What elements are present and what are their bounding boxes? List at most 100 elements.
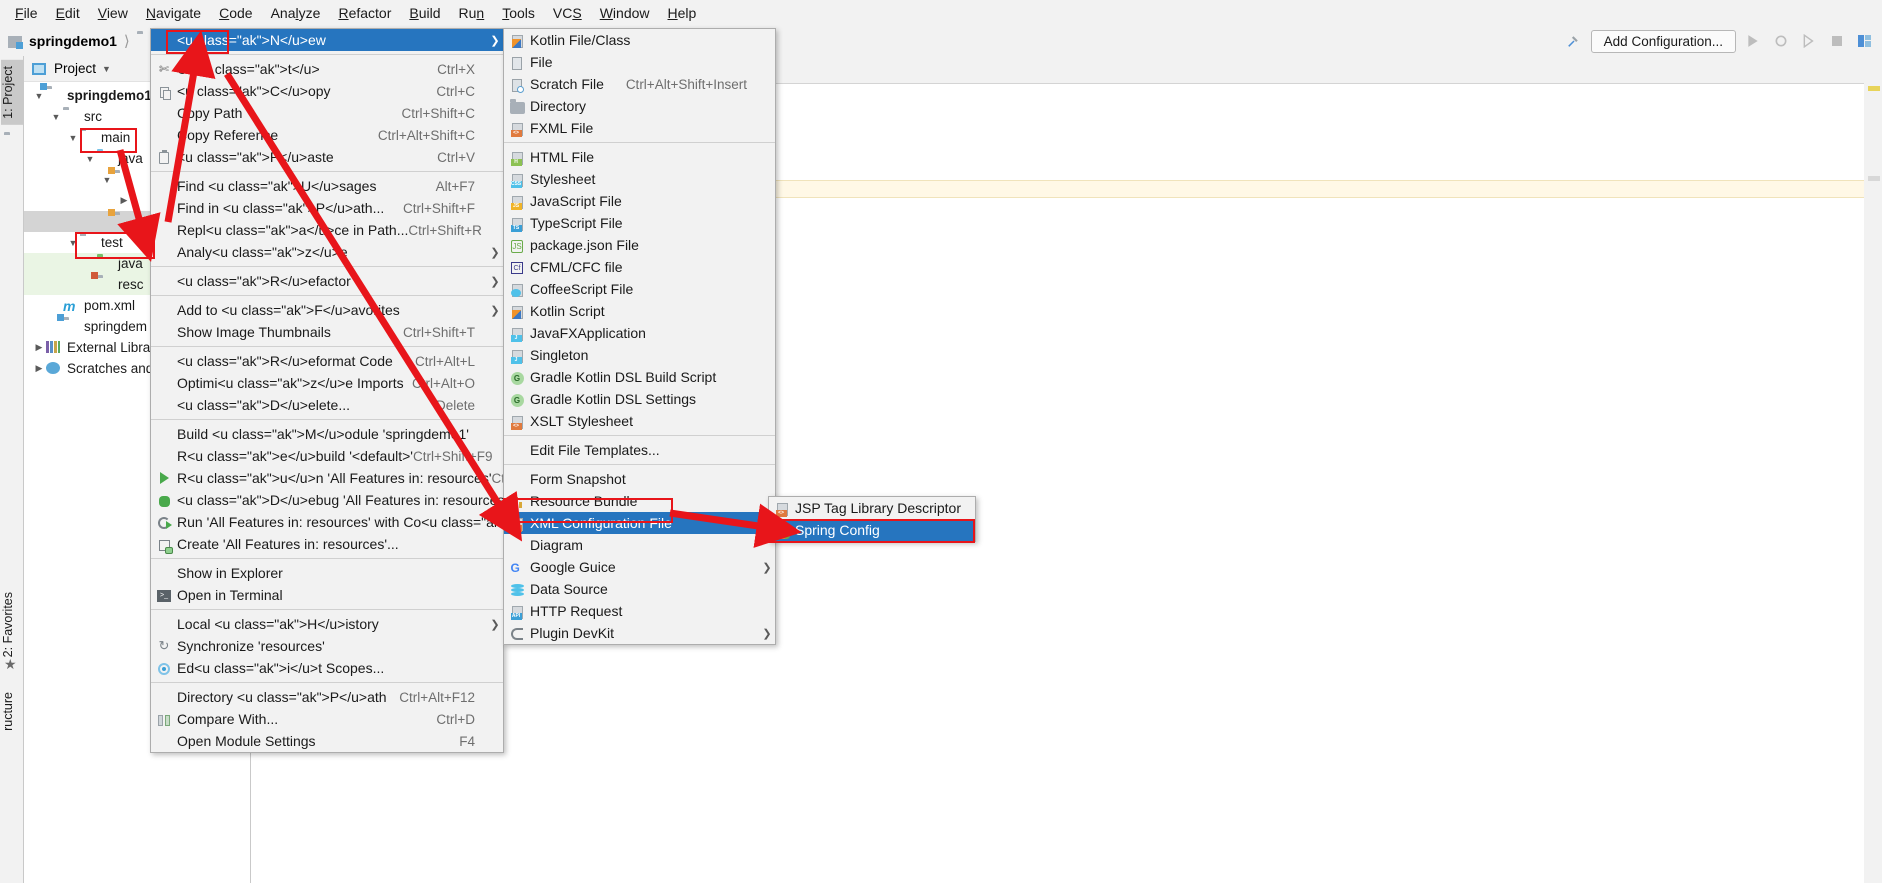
run-with-coverage-icon[interactable] [1798, 30, 1820, 52]
menu-item-file[interactable]: File [504, 51, 775, 73]
menu-item-find-in-path[interactable]: Find in <u class="ak">P</u>ath... Ctrl+Sh… [151, 197, 503, 219]
menu-item-show-image-thumbnails[interactable]: Show Image Thumbnails Ctrl+Shift+T [151, 321, 503, 343]
xml-configuration-submenu[interactable]: <> JSP Tag Library Descriptor <> Spring Con… [768, 496, 976, 542]
menu-item-edit-scopes[interactable]: Ed<u class="ak">i</u>t Scopes... [151, 657, 503, 679]
menu-item-edit-file-templates[interactable]: Edit File Templates... [504, 439, 775, 461]
menu-item-form-snapshot[interactable]: Form Snapshot [504, 468, 775, 490]
tree-expand-arrow-icon[interactable]: ▼ [83, 154, 97, 164]
menu-item-show-in-explorer[interactable]: Show in Explorer [151, 562, 503, 584]
tree-expand-arrow-icon[interactable]: ▼ [66, 133, 80, 143]
menu-item-kotlin-file-class[interactable]: Kotlin File/Class [504, 29, 775, 51]
menu-item-coffeescript-file[interactable]: CoffeeScript File [504, 278, 775, 300]
menu-item-create-all-features-in-resources[interactable]: Create 'All Features in: resources'... [151, 533, 503, 555]
menu-item-package-json-file[interactable]: JS package.json File [504, 234, 775, 256]
menu-item-singleton[interactable]: J Singleton [504, 344, 775, 366]
rail-tab-project[interactable]: 1: Project [1, 60, 23, 125]
menu-item-jsp-tag-library-descriptor[interactable]: <> JSP Tag Library Descriptor [769, 497, 975, 519]
run-icon[interactable] [1742, 30, 1764, 52]
menu-item-debug-all-features-in-resources[interactable]: <u class="ak">D</u>ebug 'All Features in… [151, 489, 507, 511]
menubar-item-window[interactable]: Window [591, 2, 659, 24]
menu-item-local-history[interactable]: Local <u class="ak">H</u>istory ❯ [151, 613, 503, 635]
rail-tab-structure[interactable]: ructure [1, 686, 23, 737]
tree-expand-arrow-icon[interactable]: ▶ [117, 195, 131, 206]
menubar-item-code[interactable]: Code [210, 2, 261, 24]
menubar-item-view[interactable]: View [89, 2, 137, 24]
menu-item-diagram[interactable]: Diagram [504, 534, 775, 556]
menu-item-resource-bundle[interactable]: Resource Bundle [504, 490, 775, 512]
menu-item-new[interactable]: <u class="ak">N</u>ew ❯ [151, 29, 503, 51]
menubar-item-navigate[interactable]: Navigate [137, 2, 210, 24]
menu-item-spring-config[interactable]: <> Spring Config [769, 519, 975, 541]
menu-item-compare-with[interactable]: Compare With... Ctrl+D [151, 708, 503, 730]
menu-item-plugin-devkit[interactable]: Plugin DevKit ❯ [504, 622, 775, 644]
menu-item-refactor[interactable]: <u class="ak">R</u>efactor ❯ [151, 270, 503, 292]
tree-expand-arrow-icon[interactable]: ▼ [66, 238, 80, 248]
menu-item-xml-configuration-file[interactable]: <> XML Configuration File ❯ [504, 512, 775, 534]
chevron-down-icon[interactable]: ▼ [102, 64, 111, 74]
menu-item-javascript-file[interactable]: JS JavaScript File [504, 190, 775, 212]
tree-expand-arrow-icon[interactable]: ▼ [49, 112, 63, 122]
menu-item-delete[interactable]: <u class="ak">D</u>elete... Delete [151, 394, 503, 416]
breadcrumb-project[interactable]: springdemo1 [29, 33, 117, 49]
menu-item-synchronize-resources[interactable]: ↻ Synchronize 'resources' [151, 635, 503, 657]
terminal-icon: >_ [151, 589, 177, 602]
project-context-menu[interactable]: <u class="ak">N</u>ew ❯ ✄ Cu<u class="ak">t… [150, 28, 585, 753]
tree-expand-arrow-icon[interactable]: ▼ [100, 175, 114, 185]
menu-item-cut[interactable]: ✄ Cu<u class="ak">t</u> Ctrl+X [151, 58, 503, 80]
menu-item-kotlin-script[interactable]: Kotlin Script [504, 300, 775, 322]
menu-item-gradle-kotlin-dsl-settings[interactable]: G Gradle Kotlin DSL Settings [504, 388, 775, 410]
submenu-chevron-icon: ❯ [490, 275, 500, 288]
menu-item-paste[interactable]: <u class="ak">P</u>aste Ctrl+V [151, 146, 503, 168]
menu-item-add-to-favorites[interactable]: Add to <u class="ak">F</u>avorites ❯ [151, 299, 503, 321]
menu-item-directory[interactable]: Directory [504, 95, 775, 117]
menu-item-cfml-cfc-file[interactable]: Cf CFML/CFC file [504, 256, 775, 278]
menubar-item-file[interactable]: File [6, 2, 47, 24]
menubar-item-build[interactable]: Build [400, 2, 449, 24]
menu-item-http-request[interactable]: API HTTP Request [504, 600, 775, 622]
menu-item-html-file[interactable]: H HTML File [504, 146, 775, 168]
menu-item-gradle-kotlin-dsl-build-script[interactable]: G Gradle Kotlin DSL Build Script [504, 366, 775, 388]
menu-item-find-usages[interactable]: Find <u class="ak">U</u>sages Alt+F7 [151, 175, 503, 197]
add-configuration-button[interactable]: Add Configuration... [1590, 29, 1736, 53]
menubar-item-run[interactable]: Run [450, 2, 494, 24]
menu-item-javafxapplication[interactable]: J JavaFXApplication [504, 322, 775, 344]
menu-item-fxml-file[interactable]: <> FXML File [504, 117, 775, 139]
menubar-item-vcs[interactable]: VCS [544, 2, 591, 24]
project-view-icon [32, 61, 48, 77]
menubar-item-help[interactable]: Help [659, 2, 706, 24]
menu-item-directory-path[interactable]: Directory <u class="ak">P</u>ath Ctrl+Alt… [151, 686, 503, 708]
menu-item-stylesheet[interactable]: CSS Stylesheet [504, 168, 775, 190]
menu-item-data-source[interactable]: Data Source [504, 578, 775, 600]
menubar-item-analyze[interactable]: Analyze [262, 2, 330, 24]
new-submenu[interactable]: Kotlin File/Class File Scratch File Ctrl+Al… [503, 28, 776, 645]
editor-error-stripe[interactable] [1864, 56, 1882, 883]
menu-item-google-guice[interactable]: G Google Guice ❯ [504, 556, 775, 578]
menu-item-reformat-code[interactable]: <u class="ak">R</u>eformat Code Ctrl+Alt+… [151, 350, 503, 372]
tree-expand-arrow-icon[interactable]: ▶ [32, 363, 46, 374]
menu-item-open-in-terminal[interactable]: >_ Open in Terminal [151, 584, 503, 606]
menu-item-optimize-imports[interactable]: Optimi<u class="ak">z</u>e Imports Ctrl+A… [151, 372, 503, 394]
menu-item-copy-reference[interactable]: Copy Reference Ctrl+Alt+Shift+C [151, 124, 503, 146]
tree-expand-arrow-icon[interactable]: ▶ [32, 342, 46, 353]
menu-item-scratch-file[interactable]: Scratch File Ctrl+Alt+Shift+Insert [504, 73, 775, 95]
stop-icon[interactable] [1826, 30, 1848, 52]
debug-icon[interactable] [1770, 30, 1792, 52]
menubar-item-tools[interactable]: Tools [493, 2, 544, 24]
menu-item-rebuild-default[interactable]: R<u class="ak">e</u>build '<default>' Ctr… [151, 445, 503, 467]
build-hammer-icon[interactable] [1563, 30, 1585, 52]
menu-item-build-module-springdemo1[interactable]: Build <u class="ak">M</u>odule 'springde… [151, 423, 503, 445]
menu-item-typescript-file[interactable]: TS TypeScript File [504, 212, 775, 234]
rail-tab-favorites[interactable]: 2: Favorites [1, 586, 23, 663]
menu-item-analyze[interactable]: Analy<u class="ak">z</u>e ❯ [151, 241, 503, 263]
menu-item-copy-path[interactable]: Copy Path Ctrl+Shift+C [151, 102, 503, 124]
menu-item-open-module-settings[interactable]: Open Module Settings F4 [151, 730, 503, 752]
menu-item-copy[interactable]: <u class="ak">C</u>opy Ctrl+C [151, 80, 503, 102]
menubar-item-edit[interactable]: Edit [47, 2, 89, 24]
layout-icon[interactable] [1854, 30, 1876, 52]
menu-item-run-all-features-in-resources[interactable]: R<u class="ak">u</u>n 'All Features in: … [151, 467, 579, 489]
menu-item-replace-in-path[interactable]: Repl<u class="ak">a</u>ce in Path... Ctrl… [151, 219, 503, 241]
menu-item-xslt-stylesheet[interactable]: <> XSLT Stylesheet [504, 410, 775, 432]
menubar-item-refactor[interactable]: Refactor [329, 2, 400, 24]
menu-item-run-all-features-in-resources-with-coverage[interactable]: Run 'All Features in: resources' with Co… [151, 511, 585, 533]
tree-expand-arrow-icon[interactable]: ▼ [32, 91, 46, 101]
